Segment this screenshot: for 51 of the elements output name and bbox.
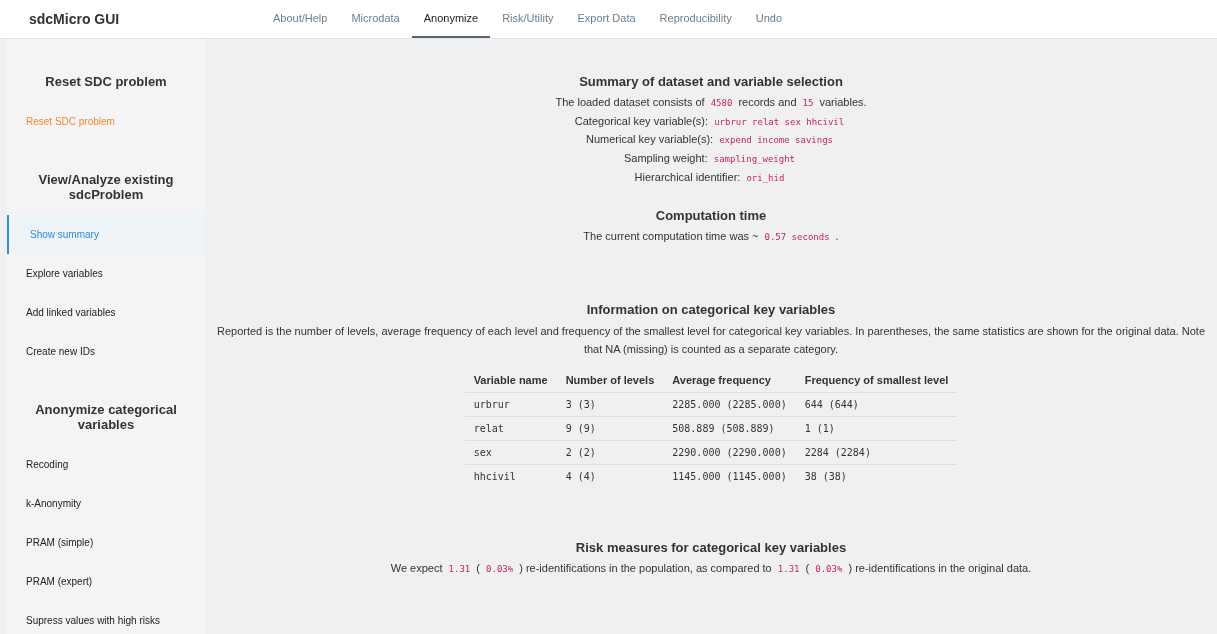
table-cell: 1145.000 (1145.000): [663, 464, 796, 489]
sidebar-item[interactable]: PRAM (simple): [7, 522, 205, 562]
table-cell: sex: [464, 440, 557, 465]
nav-tab[interactable]: About/Help: [261, 0, 340, 38]
sidebar-item[interactable]: Create new IDs: [7, 331, 205, 371]
info-line: Numerical key variable(s): expend income savings: [585, 132, 834, 148]
section-title: Risk measures for categorical key variables: [574, 540, 848, 556]
table-cell: 508.889 (508.889): [663, 416, 796, 441]
info-line: Sampling weight: sampling_weight: [622, 151, 797, 166]
info-line: The loaded dataset consists of 4580 records and 15 variables.: [554, 95, 868, 110]
column-header: Variable name: [464, 370, 557, 393]
sidebar-item[interactable]: PRAM (expert): [7, 561, 205, 601]
nav-tab[interactable]: Anonymize: [411, 0, 491, 38]
app-title: sdcMicro GUI: [28, 10, 121, 29]
nav-tab[interactable]: Undo: [743, 0, 795, 38]
section-title: Information on categorical key variables: [585, 302, 837, 318]
info-line: The current computation time was ~ 0.57 seconds .: [582, 229, 840, 245]
column-header: Number of levels: [556, 370, 664, 393]
column-header: Frequency of smallest level: [795, 370, 958, 393]
column-header: Average frequency: [663, 370, 796, 393]
table-cell: 9 (9): [556, 416, 664, 441]
info-line: Hierarchical identifier: ori_hid: [633, 169, 786, 185]
sidebar-heading: Anonymize categorical variables: [34, 400, 178, 434]
table-cell: 2284 (2284): [795, 440, 958, 465]
section-title: Computation time: [654, 208, 768, 224]
table-cell: 1 (1): [795, 416, 958, 441]
sidebar-item[interactable]: Recoding: [7, 444, 205, 484]
table-cell: hhcivil: [464, 464, 557, 489]
info-line: We expect 1.31 ( 0.03% ) re-identifications in the population, as compared to 1.31 ( 0.03% ) re-identifications in the original data.: [389, 561, 1033, 576]
nav-tab[interactable]: Export Data: [565, 0, 648, 38]
table-cell: 38 (38): [795, 464, 958, 489]
table-cell: 4 (4): [556, 464, 664, 489]
table-cell: 3 (3): [556, 392, 664, 417]
nav-tab[interactable]: Reproducibility: [647, 0, 744, 38]
nav-tab[interactable]: Microdata: [339, 0, 412, 38]
sidebar-heading: Reset SDC problem: [44, 73, 168, 91]
nav-tab[interactable]: Risk/Utility: [490, 0, 566, 38]
info-line: Categorical key variable(s): urbrur relat sex hhcivil: [573, 113, 846, 129]
table-cell: 2290.000 (2290.000): [663, 440, 796, 465]
table-cell: 644 (644): [795, 392, 958, 417]
sidebar-item[interactable]: k-Anonymity: [7, 483, 205, 523]
description-text: Reported is the number of levels, average frequency of each level and frequency of the smallest level for categorical key variables. In parentheses, the same statistics are shown for the original data. Note that NA (missing) is counted as a separate category.: [215, 324, 1207, 357]
sidebar-item[interactable]: Add linked variables: [7, 292, 205, 332]
sidebar-item[interactable]: Supress values with high risks: [7, 600, 205, 634]
sidebar-heading: View/Analyze existing sdcProblem: [37, 170, 175, 204]
table-cell: 2 (2): [556, 440, 664, 465]
section-title: Summary of dataset and variable selection: [578, 74, 844, 89]
sidebar-item[interactable]: Explore variables: [7, 253, 205, 293]
table-cell: relat: [464, 416, 557, 441]
table-cell: urbrur: [464, 392, 557, 417]
table-cell: 2285.000 (2285.000): [663, 392, 796, 417]
